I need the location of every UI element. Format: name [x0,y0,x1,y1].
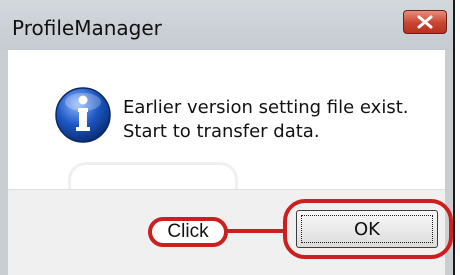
callout-label-text: Click [167,221,209,242]
title-bar: ProfileManager [0,0,453,50]
dialog-title: ProfileManager [12,16,162,40]
callout-label: Click [148,217,228,247]
callout-connector [226,229,284,233]
message-line-2: Start to transfer data. [123,121,320,142]
callout-highlight [283,199,453,259]
message-line-1: Earlier version setting file exist. [123,97,409,118]
close-button[interactable] [403,10,447,34]
info-icon [55,87,111,143]
close-icon [417,15,433,29]
dialog-message: Earlier version setting file exist. Star… [123,96,408,144]
